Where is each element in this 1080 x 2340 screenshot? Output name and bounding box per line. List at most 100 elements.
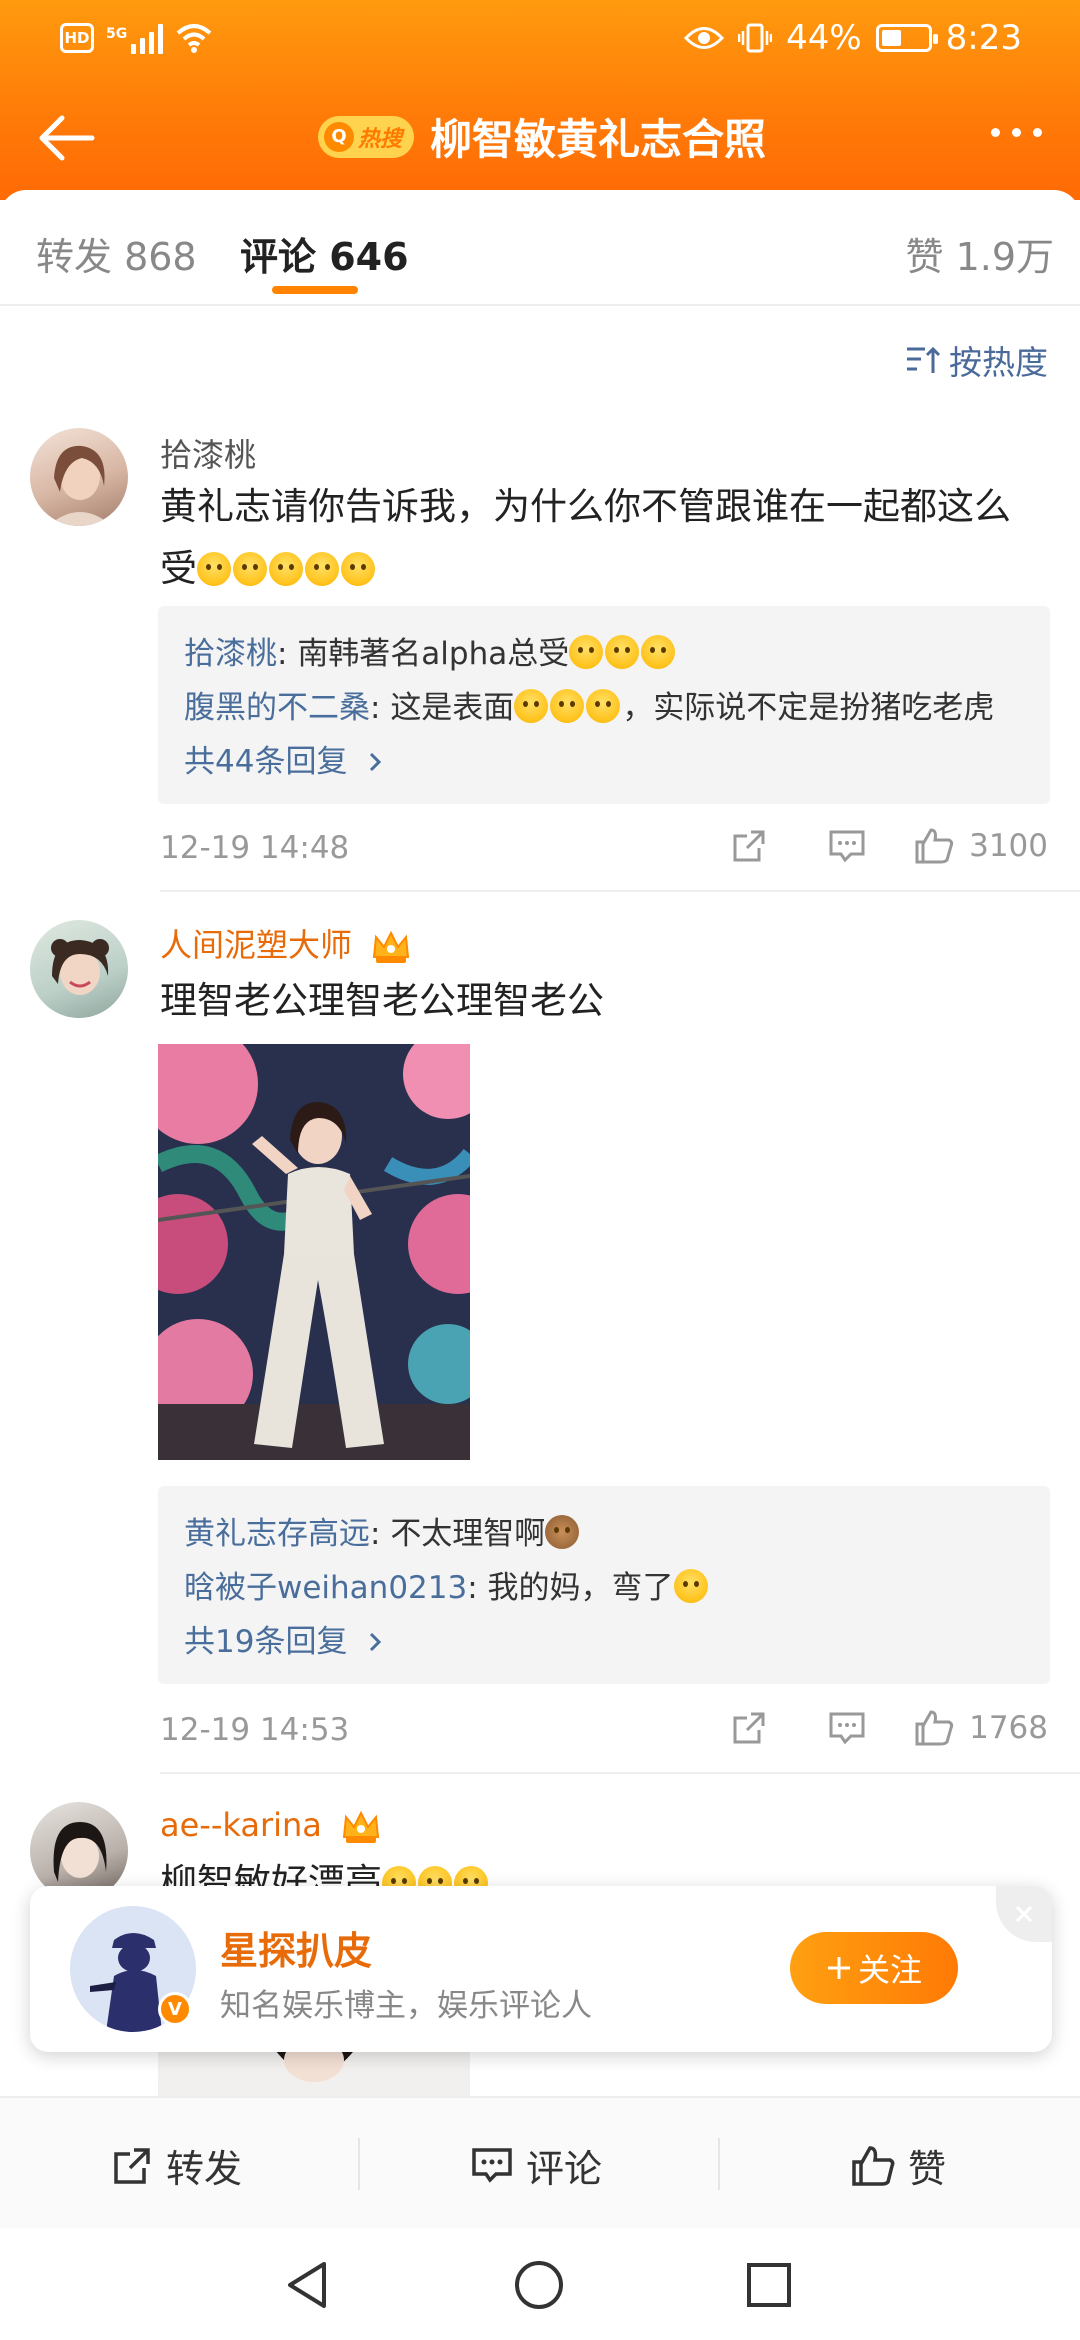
comment-time: 12-19 14:48: [160, 830, 350, 866]
plus-icon: [827, 1957, 850, 1979]
like-count: 3100: [969, 828, 1048, 864]
crown-badge-icon: [342, 1810, 380, 1843]
reply-text: 这是表面: [390, 690, 515, 726]
suggested-user-name[interactable]: 星探扒皮: [220, 1920, 372, 1975]
comment-username[interactable]: 人间泥塑大师: [160, 926, 352, 964]
separator: [718, 2138, 720, 2190]
share-icon: [733, 830, 765, 862]
avatar[interactable]: [30, 920, 128, 1018]
comment-text-line: 受: [160, 538, 1040, 600]
like-button[interactable]: 3100: [913, 826, 1048, 866]
crown-badge-icon: [373, 930, 410, 963]
reply-button[interactable]: [827, 826, 867, 866]
comment-text-line: 黄礼志请你告诉我，为什么你不管跟谁在一起都这么: [160, 485, 1011, 528]
back-nav-icon[interactable]: [282, 2258, 332, 2312]
reply-text: 我的妈，弯了: [487, 1570, 674, 1606]
more-replies-link[interactable]: 共19条回复: [184, 1616, 385, 1661]
reply-sep: :: [277, 636, 298, 672]
avatar[interactable]: [30, 428, 128, 526]
reply-item: 拾漆桃: 南韩著名alpha总受: [184, 628, 677, 673]
weibo-comment-screen: HD 5G 44% 8:23 Q 热搜 柳智敏黄礼志合照 转发 868 评论 6…: [0, 0, 1080, 2340]
comment-actions: 1768: [729, 1708, 1048, 1748]
separator: [358, 2138, 360, 2190]
nav-bar: Q 热搜 柳智敏黄礼志合照: [0, 92, 1080, 182]
vibrate-icon: [738, 23, 773, 53]
tab-bar: 转发 868 评论 646 赞 1.9万: [0, 190, 1080, 306]
reply-username[interactable]: 拾漆桃: [184, 636, 277, 672]
signal-icon: 5G: [106, 22, 164, 54]
back-arrow-icon[interactable]: [34, 110, 96, 166]
share-button[interactable]: [729, 826, 769, 866]
battery-percent: 44%: [786, 18, 862, 58]
reply-username[interactable]: 腹黑的不二桑: [184, 690, 370, 726]
comment-username-row: ae--karina: [160, 1806, 382, 1847]
follow-suggestion-card[interactable]: V 星探扒皮 知名娱乐博主，娱乐评论人 关注: [30, 1886, 1052, 2052]
recents-nav-icon[interactable]: [744, 2260, 794, 2310]
eye-icon: [684, 27, 725, 49]
comment-photo[interactable]: [158, 1044, 470, 1460]
sort-icon: [907, 346, 941, 373]
clock: 8:23: [945, 18, 1022, 58]
home-nav-icon[interactable]: [512, 2258, 566, 2312]
hot-search-badge[interactable]: Q 热搜: [318, 115, 414, 158]
network-label: 5G: [106, 26, 128, 42]
active-tab-indicator: [272, 286, 358, 294]
tab-comments[interactable]: 评论 646: [240, 226, 409, 281]
thumbs-up-icon: [915, 1710, 954, 1746]
page-title: 柳智敏黄礼志合照: [430, 115, 767, 164]
share-icon: [114, 2147, 150, 2184]
repost-button[interactable]: 转发: [110, 2138, 242, 2193]
comment-time: 12-19 14:53: [160, 1712, 350, 1748]
comment-username[interactable]: ae--karina: [160, 1806, 322, 1844]
tab-likes[interactable]: 赞 1.9万: [905, 226, 1054, 281]
reply-item: 腹黑的不二桑: 这是表面 ，实际说不定是扮猪吃老虎: [184, 682, 994, 727]
like-button[interactable]: 赞: [850, 2138, 946, 2193]
close-button[interactable]: [996, 1886, 1052, 1942]
chevron-right-icon: [370, 752, 382, 772]
like-count: 1768: [969, 1710, 1048, 1746]
status-bar: HD 5G 44% 8:23: [0, 0, 1080, 82]
reply-text: 南韩著名alpha总受: [297, 636, 570, 672]
reply-username[interactable]: 晗被子weihan0213: [184, 1570, 467, 1606]
comment-icon: [829, 830, 865, 863]
cat-emoji-icon: [514, 689, 622, 726]
comment-button[interactable]: 评论: [470, 2138, 602, 2193]
reply-box[interactable]: 拾漆桃: 南韩著名alpha总受 腹黑的不二桑: 这是表面 ，实际说不定是扮猪吃老…: [158, 606, 1050, 804]
system-nav-bar: [0, 2228, 1080, 2340]
flushed-emoji-icon: [673, 1569, 710, 1606]
repost-label: 转发: [166, 2147, 243, 2191]
divider: [160, 1772, 1080, 1774]
cat-emoji-icon: [569, 635, 677, 672]
comment-text: 理智老公理智老公理智老公: [160, 979, 604, 1022]
like-label: 赞: [908, 2147, 947, 2191]
reply-username[interactable]: 黄礼志存高远: [184, 1516, 370, 1552]
laugh-cry-emoji-icon: [197, 547, 377, 590]
header: HD 5G 44% 8:23 Q 热搜 柳智敏黄礼志合照: [0, 0, 1080, 200]
sort-button[interactable]: 按热度: [905, 336, 1048, 384]
thumbs-up-icon: [852, 2145, 895, 2186]
more-replies-link[interactable]: 共44条回复: [184, 736, 385, 781]
sort-label: 按热度: [949, 343, 1048, 382]
comment-actions: 3100: [729, 826, 1048, 866]
reply-sep: :: [467, 1570, 488, 1606]
monkey-emoji-icon: [545, 1515, 581, 1552]
battery-fill: [881, 30, 901, 46]
comment-username[interactable]: 拾漆桃: [160, 430, 256, 476]
like-button[interactable]: 1768: [913, 1708, 1048, 1748]
more-replies-label: 共19条回复: [184, 1624, 348, 1660]
follow-button[interactable]: 关注: [790, 1932, 958, 2004]
hot-badge-label: 热搜: [358, 126, 403, 152]
nav-title-group: Q 热搜 柳智敏黄礼志合照: [318, 106, 766, 167]
reply-box[interactable]: 黄礼志存高远: 不太理智啊 晗被子weihan0213: 我的妈，弯了 共19条…: [158, 1486, 1050, 1684]
suggested-user-desc: 知名娱乐博主，娱乐评论人: [220, 1988, 592, 2024]
more-icon[interactable]: [991, 128, 1042, 137]
search-icon: Q: [324, 121, 354, 152]
tab-repost[interactable]: 转发 868: [36, 226, 197, 281]
comment-icon: [829, 1712, 865, 1745]
verified-badge-icon: V: [158, 1992, 192, 2026]
share-button[interactable]: [729, 1708, 769, 1748]
more-replies-label: 共44条回复: [184, 744, 348, 780]
reply-button[interactable]: [827, 1708, 867, 1748]
divider: [160, 890, 1080, 892]
reply-text-cont: ，实际说不定是扮猪吃老虎: [622, 690, 995, 726]
